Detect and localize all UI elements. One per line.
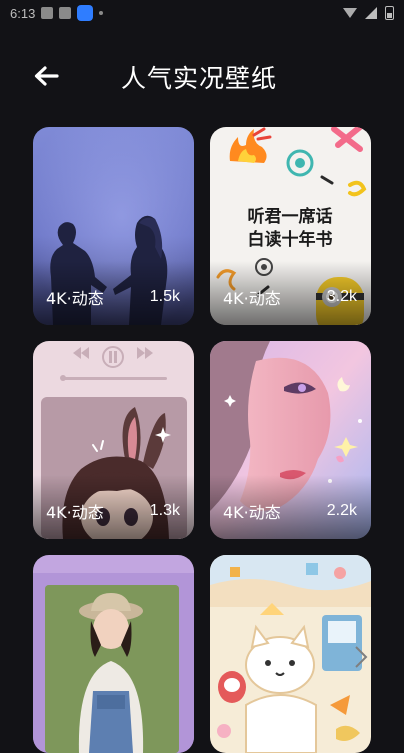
card-meta: 4K·动态 1.3k [46, 499, 180, 523]
more-notifications-dot-icon [99, 11, 104, 15]
back-button[interactable] [30, 60, 62, 92]
wallpaper-card[interactable] [33, 555, 194, 753]
wallpaper-card[interactable]: 听君一席话 白读十年书 4K·动态 3.2k [210, 127, 371, 325]
notification-icon [41, 7, 54, 19]
wallpaper-image [210, 555, 371, 753]
card-count: 3.2k [326, 288, 357, 305]
card-count: 2.2k [326, 502, 357, 519]
card-count: 1.5k [149, 288, 180, 305]
app-notification-icon [77, 5, 94, 21]
wallpaper-text-line1: 听君一席话 [248, 206, 333, 227]
card-meta: 4K·动态 1.5k [46, 285, 180, 309]
wallpaper-text-line2: 白读十年书 [248, 229, 333, 250]
card-meta: 4K·动态 2.2k [223, 499, 357, 523]
arrow-left-icon [34, 66, 59, 86]
notification-icon [59, 7, 72, 19]
battery-icon [385, 6, 394, 20]
status-bar: 6:13 [0, 0, 404, 26]
card-meta: 4K·动态 3.2k [223, 285, 357, 309]
wallpaper-card[interactable]: 4K·动态 1.5k [33, 127, 194, 325]
status-time: 6:13 [10, 5, 36, 21]
card-count: 1.3k [149, 502, 180, 519]
page-title: 人气实况壁纸 [121, 64, 278, 93]
status-bar-right [343, 6, 394, 20]
card-tag: 4K·动态 [46, 503, 104, 522]
card-tag: 4K·动态 [223, 289, 281, 308]
card-tag: 4K·动态 [46, 289, 104, 308]
wifi-icon [343, 8, 357, 18]
wallpaper-card[interactable] [210, 555, 371, 753]
wallpaper-image [33, 555, 194, 753]
card-tag: 4K·动态 [223, 503, 281, 522]
header: 人气实况壁纸 [0, 50, 404, 102]
status-bar-left: 6:13 [10, 5, 104, 21]
signal-icon [365, 7, 377, 19]
wallpaper-card[interactable]: 4K·动态 1.3k [33, 341, 194, 539]
wallpaper-card[interactable]: 4K·动态 2.2k [210, 341, 371, 539]
